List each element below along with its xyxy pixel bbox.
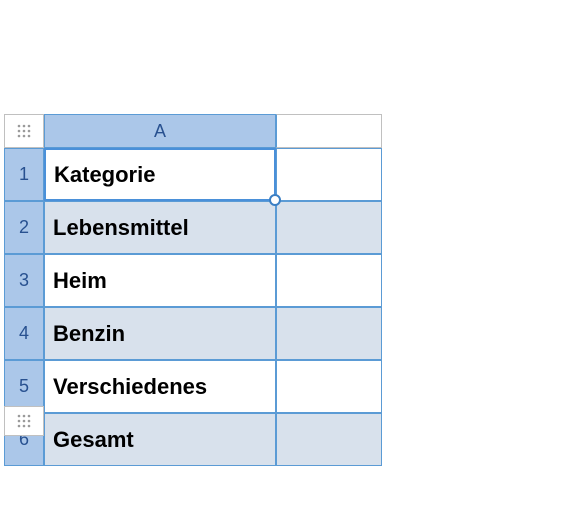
row-header-3[interactable]: 3 (4, 254, 44, 307)
cell-b5[interactable] (276, 360, 382, 413)
add-row-handle[interactable] (4, 406, 44, 436)
cell-a2[interactable]: Lebensmittel (44, 201, 276, 254)
cell-b1[interactable] (276, 148, 382, 201)
cell-text: Benzin (53, 321, 125, 347)
cell-a1[interactable]: Kategorie (44, 148, 276, 201)
spreadsheet-grid: A 1 Kategorie 2 Lebensmittel 3 Heim 4 Be… (4, 114, 382, 466)
cell-a5[interactable]: Verschiedenes (44, 360, 276, 413)
select-all-corner[interactable] (4, 114, 44, 148)
cell-text: Kategorie (54, 162, 155, 188)
drag-grid-icon (17, 414, 31, 428)
cell-a6[interactable]: Gesamt (44, 413, 276, 466)
cell-text: Verschiedenes (53, 374, 207, 400)
selection-handle[interactable] (269, 194, 281, 206)
row-header-2[interactable]: 2 (4, 201, 44, 254)
row-header-4[interactable]: 4 (4, 307, 44, 360)
cell-text: Gesamt (53, 427, 134, 453)
cell-a3[interactable]: Heim (44, 254, 276, 307)
drag-grid-icon (17, 124, 31, 138)
cell-b4[interactable] (276, 307, 382, 360)
cell-b6[interactable] (276, 413, 382, 466)
column-header-next[interactable] (276, 114, 382, 148)
column-header-a[interactable]: A (44, 114, 276, 148)
cell-b3[interactable] (276, 254, 382, 307)
row-header-1[interactable]: 1 (4, 148, 44, 201)
cell-text: Lebensmittel (53, 215, 189, 241)
cell-text: Heim (53, 268, 107, 294)
cell-b2[interactable] (276, 201, 382, 254)
cell-a4[interactable]: Benzin (44, 307, 276, 360)
